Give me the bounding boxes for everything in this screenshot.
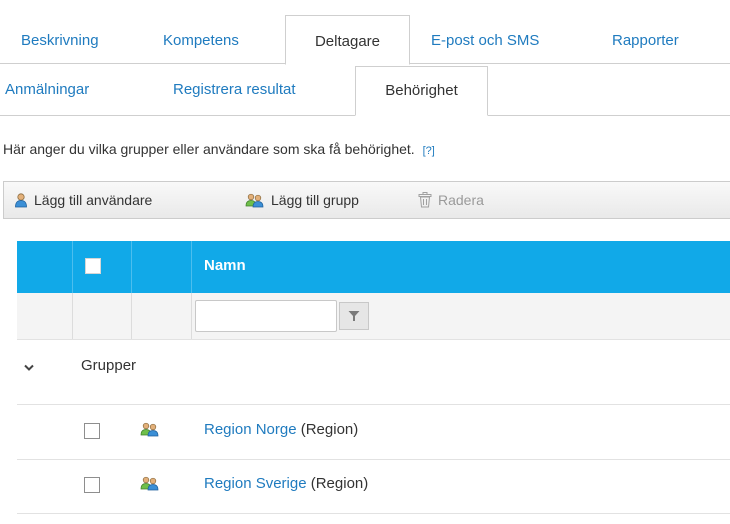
toolbar: Lägg till användare Lägg till grupp Rade… xyxy=(3,181,730,219)
table-row: Region Norge (Region) xyxy=(17,405,730,460)
filter-button[interactable] xyxy=(339,302,369,330)
row-checkbox[interactable] xyxy=(84,477,100,493)
row-type: (Region) xyxy=(300,421,359,438)
select-all-checkbox[interactable] xyxy=(85,258,101,274)
user-icon xyxy=(15,193,27,208)
group-icon xyxy=(140,422,159,437)
name-filter-input[interactable] xyxy=(195,300,337,332)
grid-header: Namn xyxy=(17,241,730,293)
tab-anmalningar[interactable]: Anmälningar xyxy=(5,81,89,99)
tab-rapporter[interactable]: Rapporter xyxy=(612,32,679,50)
primary-tabs: Beskrivning Kompetens Deltagare E-post o… xyxy=(0,0,730,65)
row-type: (Region) xyxy=(310,475,369,492)
filter-row xyxy=(17,293,730,340)
tab-deltagare[interactable]: Deltagare xyxy=(285,15,410,65)
delete-button[interactable]: Radera xyxy=(418,182,484,218)
add-group-label: Lägg till grupp xyxy=(271,192,359,208)
info-text: Här anger du vilka grupper eller använda… xyxy=(3,141,415,157)
group-icon xyxy=(245,193,264,208)
header-divider xyxy=(131,241,132,293)
help-link[interactable]: [?] xyxy=(423,145,435,157)
filter-divider xyxy=(191,293,192,339)
tab-beskrivning[interactable]: Beskrivning xyxy=(21,32,99,50)
group-label: Grupper xyxy=(81,357,137,374)
chevron-down-icon[interactable] xyxy=(24,364,34,372)
trash-icon xyxy=(418,192,432,208)
info-text-line: Här anger du vilka grupper eller använda… xyxy=(3,141,435,157)
filter-icon xyxy=(348,311,360,321)
filter-divider xyxy=(72,293,73,339)
add-user-button[interactable]: Lägg till användare xyxy=(14,182,152,218)
header-divider xyxy=(191,241,192,293)
tab-kompetens[interactable]: Kompetens xyxy=(163,32,239,50)
group-icon xyxy=(140,476,159,491)
column-header-namn[interactable]: Namn xyxy=(204,257,246,274)
tab-registrera-resultat[interactable]: Registrera resultat xyxy=(173,81,296,99)
group-header-row[interactable]: Grupper xyxy=(17,340,730,405)
filter-divider xyxy=(131,293,132,339)
row-name-link[interactable]: Region Norge xyxy=(204,421,297,438)
delete-label: Radera xyxy=(438,192,484,208)
add-group-button[interactable]: Lägg till grupp xyxy=(245,182,359,218)
add-user-label: Lägg till användare xyxy=(34,192,153,208)
header-divider xyxy=(72,241,73,293)
row-checkbox[interactable] xyxy=(84,423,100,439)
table-row: Region Sverige (Region) xyxy=(17,459,730,514)
row-name-link[interactable]: Region Sverige xyxy=(204,475,307,492)
row-name-cell: Region Sverige (Region) xyxy=(204,475,368,492)
tab-behorighet[interactable]: Behörighet xyxy=(355,66,488,116)
row-name-cell: Region Norge (Region) xyxy=(204,421,358,438)
tab-epost-sms[interactable]: E-post och SMS xyxy=(431,32,539,50)
